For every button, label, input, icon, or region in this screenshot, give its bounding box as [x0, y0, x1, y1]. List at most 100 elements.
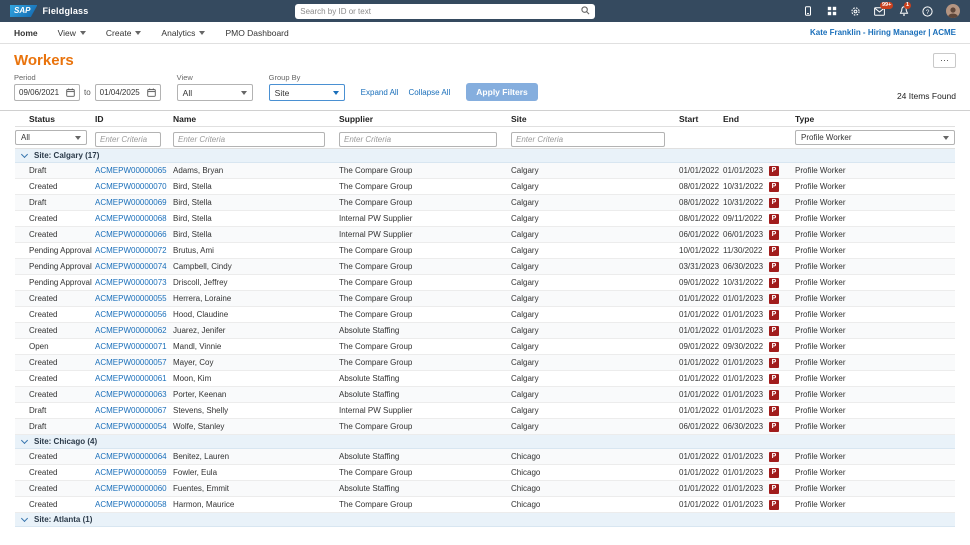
period-from-input[interactable]: 09/06/2021: [14, 84, 80, 101]
nav-home[interactable]: Home: [14, 28, 38, 38]
table-row[interactable]: Draft ACMEPW00000069 Bird, Stella The Co…: [15, 195, 955, 211]
cell-supplier: The Compare Group: [339, 246, 511, 255]
worker-id-link[interactable]: ACMEPW00000058: [95, 500, 167, 509]
worker-id-link[interactable]: ACMEPW00000071: [95, 342, 167, 351]
table-row[interactable]: Draft ACMEPW00000054 Wolfe, Stanley The …: [15, 419, 955, 435]
table-row[interactable]: Created ACMEPW00000068 Bird, Stella Inte…: [15, 211, 955, 227]
type-filter-select[interactable]: Profile Worker: [795, 130, 955, 145]
chevron-down-icon[interactable]: [21, 437, 28, 444]
profile-worker-badge: P: [769, 390, 779, 400]
worker-id-link[interactable]: ACMEPW00000073: [95, 278, 167, 287]
search-input[interactable]: [300, 7, 581, 16]
supplier-filter-input[interactable]: [339, 132, 497, 147]
worker-id-link[interactable]: ACMEPW00000074: [95, 262, 167, 271]
chevron-down-icon[interactable]: [21, 515, 28, 522]
col-start[interactable]: Start: [679, 114, 723, 124]
worker-id-link[interactable]: ACMEPW00000061: [95, 374, 167, 383]
site-filter-input[interactable]: [511, 132, 665, 147]
worker-id-link[interactable]: ACMEPW00000069: [95, 198, 167, 207]
user-info[interactable]: Kate Franklin - Hiring Manager | ACME: [810, 28, 956, 37]
worker-id-link[interactable]: ACMEPW00000057: [95, 358, 167, 367]
expand-all-link[interactable]: Expand All: [361, 88, 399, 97]
nav-analytics-label: Analytics: [161, 28, 195, 38]
table-row[interactable]: Created ACMEPW00000061 Moon, Kim Absolut…: [15, 371, 955, 387]
table-row[interactable]: Created ACMEPW00000057 Mayer, Coy The Co…: [15, 355, 955, 371]
col-type[interactable]: Type: [795, 114, 955, 124]
search-icon[interactable]: [581, 2, 590, 20]
avatar[interactable]: [946, 4, 960, 18]
cell-supplier: Absolute Staffing: [339, 326, 511, 335]
calendar-icon[interactable]: [66, 88, 75, 97]
table-row[interactable]: Pending Approval ACMEPW00000074 Campbell…: [15, 259, 955, 275]
worker-id-link[interactable]: ACMEPW00000067: [95, 406, 167, 415]
col-site[interactable]: Site: [511, 114, 679, 124]
table-row[interactable]: Draft ACMEPW00000067 Stevens, Shelly Int…: [15, 403, 955, 419]
group-by-select[interactable]: Site: [269, 84, 345, 101]
worker-id-link[interactable]: ACMEPW00000072: [95, 246, 167, 255]
global-search[interactable]: [295, 4, 595, 19]
name-filter-input[interactable]: [173, 132, 325, 147]
worker-id-link[interactable]: ACMEPW00000070: [95, 182, 167, 191]
table-row[interactable]: Pending Approval ACMEPW00000072 Brutus, …: [15, 243, 955, 259]
view-select[interactable]: All: [177, 84, 253, 101]
col-id[interactable]: ID: [95, 114, 173, 124]
col-end[interactable]: End: [723, 114, 769, 124]
cell-name: Wolfe, Stanley: [173, 422, 339, 431]
device-icon[interactable]: [802, 6, 813, 17]
cell-site: Calgary: [511, 166, 679, 175]
messages-icon[interactable]: 99+: [874, 6, 885, 17]
status-filter-select[interactable]: All: [15, 130, 87, 145]
chevron-down-icon[interactable]: [21, 151, 28, 158]
nav-view[interactable]: View: [58, 28, 86, 38]
worker-id-link[interactable]: ACMEPW00000059: [95, 468, 167, 477]
table-row[interactable]: Created ACMEPW00000063 Porter, Keenan Ab…: [15, 387, 955, 403]
collapse-all-link[interactable]: Collapse All: [408, 88, 450, 97]
chevron-down-icon: [80, 31, 86, 35]
brand[interactable]: SAP Fieldglass: [10, 5, 88, 17]
cell-name: Brutus, Ami: [173, 246, 339, 255]
table-row[interactable]: Created ACMEPW00000066 Bird, Stella Inte…: [15, 227, 955, 243]
worker-id-link[interactable]: ACMEPW00000063: [95, 390, 167, 399]
table-row[interactable]: Created ACMEPW00000064 Benitez, Lauren A…: [15, 449, 955, 465]
table-row[interactable]: Open ACMEPW00000071 Mandl, Vinnie The Co…: [15, 339, 955, 355]
nav-analytics[interactable]: Analytics: [161, 28, 205, 38]
period-to-input[interactable]: 01/04/2025: [95, 84, 161, 101]
worker-id-link[interactable]: ACMEPW00000055: [95, 294, 167, 303]
help-icon[interactable]: ?: [922, 6, 933, 17]
table-row[interactable]: Created ACMEPW00000055 Herrera, Loraine …: [15, 291, 955, 307]
table-row[interactable]: Created ACMEPW00000062 Juarez, Jenifer A…: [15, 323, 955, 339]
cell-supplier: Absolute Staffing: [339, 452, 511, 461]
col-supplier[interactable]: Supplier: [339, 114, 511, 124]
nav-pmo-dashboard[interactable]: PMO Dashboard: [225, 28, 288, 38]
worker-id-link[interactable]: ACMEPW00000056: [95, 310, 167, 319]
worker-id-link[interactable]: ACMEPW00000062: [95, 326, 167, 335]
col-name[interactable]: Name: [173, 114, 339, 124]
table-row[interactable]: Created ACMEPW00000060 Fuentes, Emmit Ab…: [15, 481, 955, 497]
id-filter-input[interactable]: [95, 132, 161, 147]
cell-status: Created: [15, 358, 95, 367]
table-row[interactable]: Created ACMEPW00000056 Hood, Claudine Th…: [15, 307, 955, 323]
more-options-button[interactable]: ⋯: [933, 53, 956, 68]
worker-id-link[interactable]: ACMEPW00000054: [95, 422, 167, 431]
worker-id-link[interactable]: ACMEPW00000064: [95, 452, 167, 461]
settings-icon[interactable]: [850, 6, 861, 17]
group-header[interactable]: Site: Atlanta (1): [15, 513, 955, 527]
apps-icon[interactable]: [826, 6, 837, 17]
table-row[interactable]: Created ACMEPW00000070 Bird, Stella The …: [15, 179, 955, 195]
calendar-icon[interactable]: [147, 88, 156, 97]
worker-id-link[interactable]: ACMEPW00000068: [95, 214, 167, 223]
table-row[interactable]: Created ACMEPW00000059 Fowler, Eula The …: [15, 465, 955, 481]
table-row[interactable]: Created ACMEPW00000058 Harmon, Maurice T…: [15, 497, 955, 513]
worker-id-link[interactable]: ACMEPW00000065: [95, 166, 167, 175]
nav-create[interactable]: Create: [106, 28, 142, 38]
worker-id-link[interactable]: ACMEPW00000066: [95, 230, 167, 239]
table-row[interactable]: Draft ACMEPW00000065 Adams, Bryan The Co…: [15, 163, 955, 179]
cell-end: 01/01/2023: [723, 390, 769, 399]
notifications-icon[interactable]: 1: [898, 6, 909, 17]
apply-filters-button[interactable]: Apply Filters: [466, 83, 537, 101]
group-header[interactable]: Site: Calgary (17): [15, 149, 955, 163]
table-row[interactable]: Pending Approval ACMEPW00000073 Driscoll…: [15, 275, 955, 291]
worker-id-link[interactable]: ACMEPW00000060: [95, 484, 167, 493]
col-status[interactable]: Status: [15, 114, 95, 124]
group-header[interactable]: Site: Chicago (4): [15, 435, 955, 449]
